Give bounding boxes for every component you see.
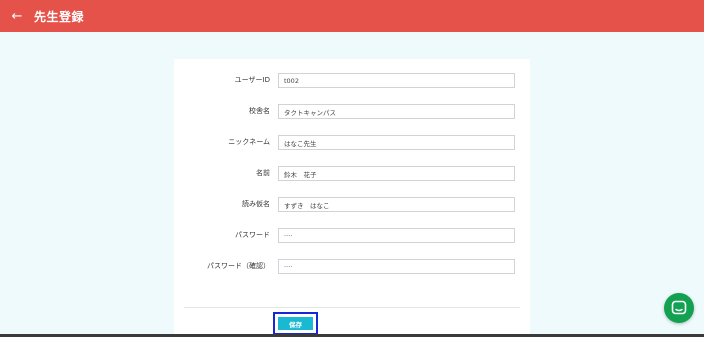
nickname-label: ニックネーム [228, 138, 270, 146]
name-label: 名前 [256, 169, 270, 177]
form-row-reading: 読み仮名 [174, 197, 530, 213]
nickname-field[interactable] [278, 135, 515, 150]
form-row-user-id: ユーザーID [174, 73, 530, 89]
save-button[interactable]: 保存 [278, 317, 313, 330]
form-row-password: パスワード [174, 228, 530, 244]
password-confirm-field[interactable] [278, 259, 515, 274]
form-row-nickname: ニックネーム [174, 135, 530, 151]
password-label: パスワード [235, 231, 270, 239]
arrow-left-icon[interactable]: ← [10, 10, 24, 23]
user-id-label: ユーザーID [234, 76, 270, 84]
form-row-password-confirm: パスワード（確認） [174, 259, 530, 275]
chat-button[interactable] [664, 293, 694, 323]
form-divider [184, 307, 520, 308]
form-row-name: 名前 [174, 166, 530, 182]
school-name-field[interactable] [278, 104, 515, 119]
school-name-label: 校舎名 [249, 107, 270, 115]
password-confirm-label: パスワード（確認） [207, 262, 270, 270]
reading-label: 読み仮名 [242, 200, 270, 208]
app-header: ← 先生登録 [0, 0, 704, 32]
teacher-registration-form: ユーザーID 校舎名 ニックネーム 名前 読み仮名 パスワード パスワード（確認… [174, 59, 530, 337]
chat-bubble-icon [671, 300, 687, 315]
user-id-field[interactable] [278, 73, 515, 88]
password-field[interactable] [278, 228, 515, 243]
name-field[interactable] [278, 166, 515, 181]
form-row-school-name: 校舎名 [174, 104, 530, 120]
save-button-highlight: 保存 [273, 312, 318, 335]
page-title: 先生登録 [34, 9, 85, 24]
reading-field[interactable] [278, 197, 515, 212]
